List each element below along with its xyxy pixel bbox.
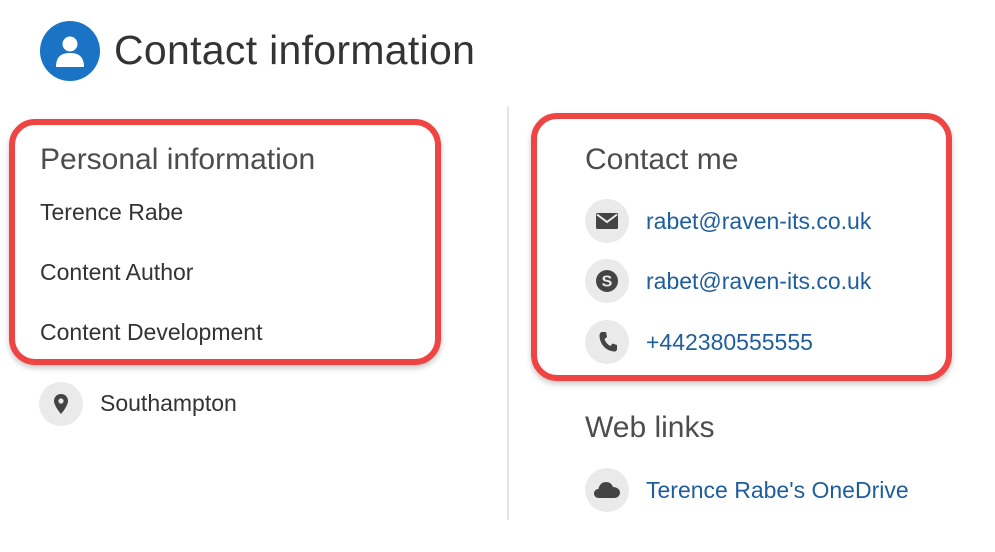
contact-information-panel: Contact information Personal information… [0, 0, 995, 552]
email-link[interactable]: rabet@raven-its.co.uk [646, 206, 871, 236]
onedrive-cloud-icon [585, 468, 629, 512]
onedrive-link[interactable]: Terence Rabe's OneDrive [646, 475, 909, 505]
skype-icon: S [585, 259, 629, 303]
skype-link[interactable]: rabet@raven-its.co.uk [646, 266, 871, 296]
location-pin-icon [39, 382, 83, 426]
person-name: Terence Rabe [40, 199, 184, 225]
phone-link[interactable]: +442380555555 [646, 327, 813, 357]
web-links-heading: Web links [585, 411, 715, 444]
personal-info-heading: Personal information [40, 143, 316, 176]
department: Content Development [40, 319, 263, 345]
page-title: Contact information [114, 27, 476, 73]
job-title: Content Author [40, 259, 194, 285]
person-icon [40, 21, 100, 81]
email-icon [585, 199, 629, 243]
svg-text:S: S [602, 274, 613, 291]
column-divider [507, 106, 509, 520]
phone-icon [585, 320, 629, 364]
contact-me-heading: Contact me [585, 143, 739, 176]
location-text: Southampton [100, 390, 237, 416]
